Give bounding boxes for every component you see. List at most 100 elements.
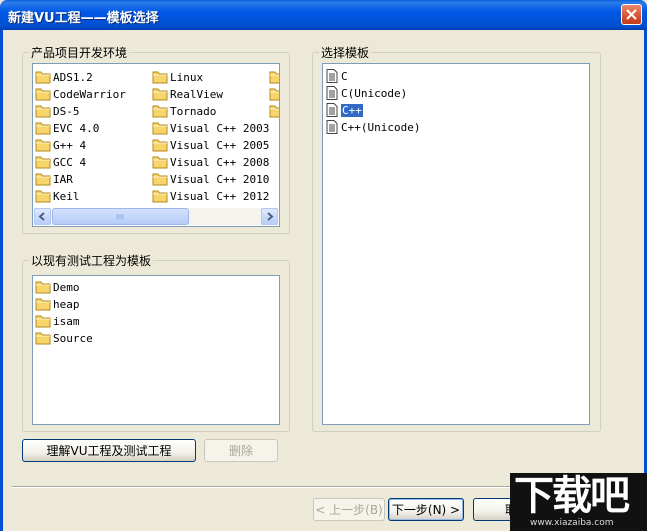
- window-frame-left: [0, 30, 3, 531]
- env-item[interactable]: Linux: [152, 69, 203, 85]
- existing-group-label: 以现有测试工程为模板: [29, 252, 154, 269]
- env-item[interactable]: IAR: [35, 171, 73, 187]
- existing-group: 以现有测试工程为模板 Demo heap isam Source: [22, 252, 290, 432]
- folder-icon: [35, 71, 51, 84]
- delete-button[interactable]: 删除: [204, 439, 278, 462]
- watermark-text: 下载吧: [514, 473, 630, 519]
- chevron-left-icon: [38, 212, 45, 221]
- env-item[interactable]: Keil: [35, 188, 80, 204]
- env-item-label: Keil: [53, 189, 80, 203]
- env-item-label: GCC 4: [53, 155, 87, 169]
- env-item-label: IAR: [53, 172, 73, 186]
- env-item[interactable]: Visual C++ 2010: [152, 171, 269, 187]
- existing-item[interactable]: Demo: [35, 279, 80, 295]
- close-icon: [626, 9, 637, 20]
- env-item-label: EVC 4.0: [53, 121, 100, 135]
- folder-icon: [35, 122, 51, 135]
- folder-icon: [152, 105, 168, 118]
- env-item[interactable]: Visual C++ 2012: [152, 188, 269, 204]
- env-item-label: DS-5: [53, 104, 80, 118]
- env-item-label: G++ 4: [53, 138, 87, 152]
- existing-item[interactable]: isam: [35, 313, 80, 329]
- env-hscrollbar[interactable]: [34, 208, 278, 225]
- template-item-label: C++: [341, 103, 363, 117]
- env-item[interactable]: Visual C++ 2005: [152, 137, 269, 153]
- title-bar[interactable]: 新建VU工程——模板选择: [0, 0, 647, 30]
- scroll-left-button[interactable]: [34, 208, 51, 225]
- env-item[interactable]: ADS1.2: [35, 69, 93, 85]
- env-item[interactable]: G++ 4: [35, 137, 86, 153]
- env-group: 产品项目开发环境 ADS1.2 CodeWarrior DS-5 EVC 4.0 G++: [22, 44, 290, 234]
- env-item-clipped[interactable]: [269, 86, 279, 102]
- template-item[interactable]: C: [326, 68, 348, 84]
- env-item-label: Visual C++ 2005: [170, 138, 270, 152]
- document-icon: [326, 69, 338, 83]
- env-item-clipped[interactable]: [269, 103, 279, 119]
- template-item[interactable]: C++: [326, 102, 363, 118]
- env-item-label: ADS1.2: [53, 70, 93, 84]
- env-item-clipped[interactable]: [269, 69, 279, 85]
- scroll-right-button[interactable]: [261, 208, 278, 225]
- folder-icon: [152, 139, 168, 152]
- env-listbox[interactable]: ADS1.2 CodeWarrior DS-5 EVC 4.0 G++ 4 GCC 4 IA…: [32, 63, 280, 227]
- env-item[interactable]: CodeWarrior: [35, 86, 126, 102]
- document-icon: [326, 120, 338, 134]
- env-item[interactable]: GCC 4: [35, 154, 86, 170]
- template-group-label: 选择模板: [319, 44, 372, 61]
- folder-icon: [35, 332, 51, 345]
- env-item[interactable]: RealView: [152, 86, 223, 102]
- scroll-thumb[interactable]: [52, 208, 189, 225]
- env-item-label: Visual C++ 2010: [170, 172, 270, 186]
- close-button[interactable]: [621, 4, 642, 25]
- folder-icon: [152, 173, 168, 186]
- folder-icon: [35, 281, 51, 294]
- folder-icon: [35, 156, 51, 169]
- grip-icon: [116, 214, 124, 219]
- env-item[interactable]: Tornado: [152, 103, 216, 119]
- folder-icon: [269, 71, 279, 84]
- existing-item-label: isam: [53, 314, 80, 328]
- env-item-label: CodeWarrior: [53, 87, 126, 101]
- env-item-label: Tornado: [170, 104, 217, 118]
- existing-item[interactable]: heap: [35, 296, 80, 312]
- existing-listbox[interactable]: Demo heap isam Source: [32, 275, 280, 425]
- folder-icon: [35, 298, 51, 311]
- template-item-label: C: [341, 69, 348, 83]
- folder-icon: [152, 88, 168, 101]
- env-item[interactable]: EVC 4.0: [35, 120, 99, 136]
- document-icon: [326, 103, 338, 117]
- env-item-label: Visual C++ 2012: [170, 189, 270, 203]
- folder-icon: [152, 122, 168, 135]
- folder-icon: [35, 315, 51, 328]
- document-icon: [326, 86, 338, 100]
- folder-icon: [35, 105, 51, 118]
- env-item-label: RealView: [170, 87, 223, 101]
- watermark-url: www.xiazaiba.com: [530, 518, 614, 528]
- template-item[interactable]: C++(Unicode): [326, 119, 420, 135]
- template-item-label: C(Unicode): [341, 86, 408, 100]
- next-button[interactable]: 下一步(N) >: [388, 498, 464, 521]
- env-item[interactable]: Visual C++ 2008: [152, 154, 269, 170]
- existing-item-label: heap: [53, 297, 80, 311]
- folder-icon: [35, 173, 51, 186]
- folder-icon: [152, 156, 168, 169]
- folder-icon: [269, 105, 279, 118]
- prev-button[interactable]: < 上一步(B): [313, 498, 385, 521]
- chevron-right-icon: [267, 212, 274, 221]
- folder-icon: [35, 88, 51, 101]
- template-listbox[interactable]: C C(Unicode) C++ C++(Unicode): [322, 63, 590, 425]
- existing-item-label: Demo: [53, 280, 80, 294]
- env-group-label: 产品项目开发环境: [29, 44, 130, 61]
- env-item[interactable]: DS-5: [35, 103, 80, 119]
- env-item-label: Visual C++ 2008: [170, 155, 270, 169]
- env-item[interactable]: Visual C++ 2003: [152, 120, 269, 136]
- folder-icon: [35, 139, 51, 152]
- folder-icon: [152, 71, 168, 84]
- template-item[interactable]: C(Unicode): [326, 85, 407, 101]
- existing-item-label: Source: [53, 331, 93, 345]
- window-title: 新建VU工程——模板选择: [8, 11, 159, 26]
- template-group: 选择模板 C C(Unicode) C++ C++(Unicode): [312, 44, 601, 432]
- understand-vu-button[interactable]: 理解VU工程及测试工程: [22, 439, 196, 462]
- env-item-label: Linux: [170, 70, 204, 84]
- existing-item[interactable]: Source: [35, 330, 93, 346]
